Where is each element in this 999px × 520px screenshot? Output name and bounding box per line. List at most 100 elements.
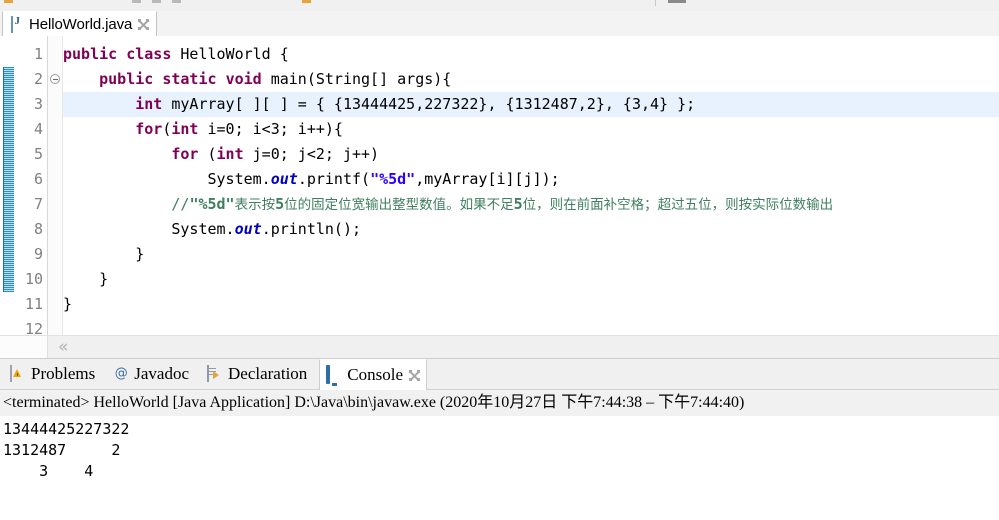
code-line[interactable]: for (int j=0; j<2; j++) bbox=[63, 142, 999, 167]
code-line[interactable]: //"%5d"表示按5位的固定位宽输出整型数值。如果不足5位，则在前面补空格；超… bbox=[63, 192, 999, 217]
code-token: int bbox=[216, 145, 244, 163]
console-output-line: 13444425227322 bbox=[3, 420, 130, 438]
eclipse-window: HelloWorld.java 123456789101112 public c… bbox=[0, 0, 999, 520]
code-token: main(String[] args){ bbox=[261, 70, 452, 88]
code-token: .printf( bbox=[297, 170, 371, 188]
line-number: 9 bbox=[33, 245, 43, 263]
bottom-tab-javadoc[interactable]: @ Javadoc bbox=[107, 359, 195, 389]
code-line[interactable]: System.out.printf("%5d",myArray[i][j]); bbox=[63, 167, 999, 192]
code-token: public bbox=[63, 45, 118, 63]
toolbar-icon-3[interactable] bbox=[152, 0, 161, 3]
code-token: 5 bbox=[513, 195, 523, 213]
code-token: int bbox=[171, 120, 199, 138]
code-token: 位的固定位宽输出整型数值。如果不足 bbox=[284, 197, 514, 213]
code-token: static bbox=[162, 70, 217, 88]
code-token: System. bbox=[63, 170, 271, 188]
code-editor[interactable]: 1 2 3 4 5 6 7 8 9 10 11 12 public class HelloWorld … bbox=[0, 36, 999, 335]
toolbar-separator bbox=[655, 0, 656, 6]
code-token: "%5d" bbox=[370, 170, 416, 188]
console-output-line: 1312487 2 bbox=[3, 441, 121, 459]
code-token: ( bbox=[198, 145, 217, 163]
code-folding-column[interactable] bbox=[48, 36, 63, 335]
code-token: myArray[ ][ ] = { {13444425,227322}, {13… bbox=[162, 95, 696, 113]
editor-tab-helloworld-java[interactable]: HelloWorld.java bbox=[2, 11, 158, 36]
code-token: 位，则在前面补空格；超过五位，则按实际位数输出 bbox=[522, 197, 834, 213]
code-line[interactable]: for(int i=0; i<3; i++){ bbox=[63, 117, 999, 142]
toolbar-icon-1[interactable] bbox=[4, 0, 13, 3]
fold-collapse-icon[interactable] bbox=[50, 74, 60, 84]
declaration-icon bbox=[207, 365, 223, 382]
bottom-panel-tabbar: Problems @ Javadoc Declaration Console bbox=[0, 359, 999, 390]
code-line[interactable]: } bbox=[63, 292, 999, 317]
editor-tabbar: HelloWorld.java bbox=[0, 11, 999, 37]
code-token: // bbox=[171, 195, 190, 213]
scrollbar-track[interactable] bbox=[48, 336, 999, 358]
code-token: 5 bbox=[275, 195, 285, 213]
toolbar-icon-6[interactable] bbox=[668, 0, 686, 3]
line-number: 10 bbox=[24, 270, 43, 288]
line-number: 5 bbox=[33, 145, 43, 163]
bottom-tab-label: Javadoc bbox=[134, 364, 189, 383]
editor-marker-column[interactable] bbox=[0, 36, 15, 335]
code-token: for bbox=[171, 145, 199, 163]
line-number-gutter: 1 2 3 4 5 6 7 8 9 10 11 12 bbox=[14, 36, 48, 335]
toolbar-icon-2[interactable] bbox=[132, 0, 141, 3]
code-token: out bbox=[270, 170, 298, 188]
bottom-tab-problems[interactable]: Problems bbox=[4, 359, 101, 389]
code-token: public bbox=[99, 70, 154, 88]
console-icon bbox=[326, 365, 342, 384]
line-number: 4 bbox=[33, 120, 43, 138]
code-line[interactable]: } bbox=[63, 242, 999, 267]
bottom-panel: Problems @ Javadoc Declaration Console <term… bbox=[0, 358, 999, 520]
console-output-line: 3 4 bbox=[3, 462, 94, 480]
code-line[interactable]: System.out.println(); bbox=[63, 217, 999, 242]
editor-tab-label: HelloWorld.java bbox=[29, 15, 133, 33]
code-token: void bbox=[225, 70, 262, 88]
line-number: 8 bbox=[33, 220, 43, 238]
toolbar-icon-5[interactable] bbox=[302, 0, 311, 3]
code-token: .println(); bbox=[261, 220, 362, 238]
editor-horizontal-scrollbar[interactable]: « bbox=[0, 335, 999, 358]
bottom-tab-declaration[interactable]: Declaration bbox=[201, 359, 313, 389]
code-line[interactable]: int myArray[ ][ ] = { {13444425,227322},… bbox=[63, 92, 999, 117]
line-number: 3 bbox=[33, 95, 43, 113]
code-token: int bbox=[135, 95, 163, 113]
bottom-tab-label: Console bbox=[347, 365, 404, 384]
line-number: 2 bbox=[33, 70, 43, 88]
code-line[interactable]: public static void main(String[] args){ bbox=[63, 67, 999, 92]
scroll-left-chevron-icon[interactable]: « bbox=[58, 338, 68, 356]
code-token: out bbox=[234, 220, 262, 238]
code-token: for bbox=[135, 120, 163, 138]
scrollbar-left-pad bbox=[0, 336, 48, 358]
line-number: 7 bbox=[33, 195, 43, 213]
code-token: j=0; j<2; j++) bbox=[243, 145, 380, 163]
bottom-tab-console[interactable]: Console bbox=[319, 359, 428, 390]
code-token: i=0; i<3; i++){ bbox=[198, 120, 343, 138]
code-token: 表示按 bbox=[234, 197, 276, 213]
bottom-tab-label: Problems bbox=[31, 364, 96, 383]
java-file-icon bbox=[11, 16, 25, 33]
code-line[interactable]: public class HelloWorld { bbox=[63, 42, 999, 67]
problems-icon bbox=[10, 365, 26, 382]
code-line[interactable] bbox=[63, 317, 999, 335]
console-output[interactable]: 13444425227322 1312487 2 3 4 bbox=[0, 417, 999, 520]
code-token: HelloWorld { bbox=[171, 45, 289, 63]
code-token: ,myArray[i][j]); bbox=[415, 170, 560, 188]
code-line[interactable]: } bbox=[63, 267, 999, 292]
close-icon[interactable] bbox=[409, 369, 421, 381]
toolbar-icon-4[interactable] bbox=[172, 0, 181, 3]
code-token: "%5d" bbox=[189, 195, 235, 213]
code-token: } bbox=[63, 295, 73, 313]
source-code-area[interactable]: public class HelloWorld { public static … bbox=[63, 36, 999, 335]
code-token: System. bbox=[63, 220, 235, 238]
close-icon[interactable] bbox=[138, 18, 150, 30]
line-number: 11 bbox=[24, 295, 43, 313]
